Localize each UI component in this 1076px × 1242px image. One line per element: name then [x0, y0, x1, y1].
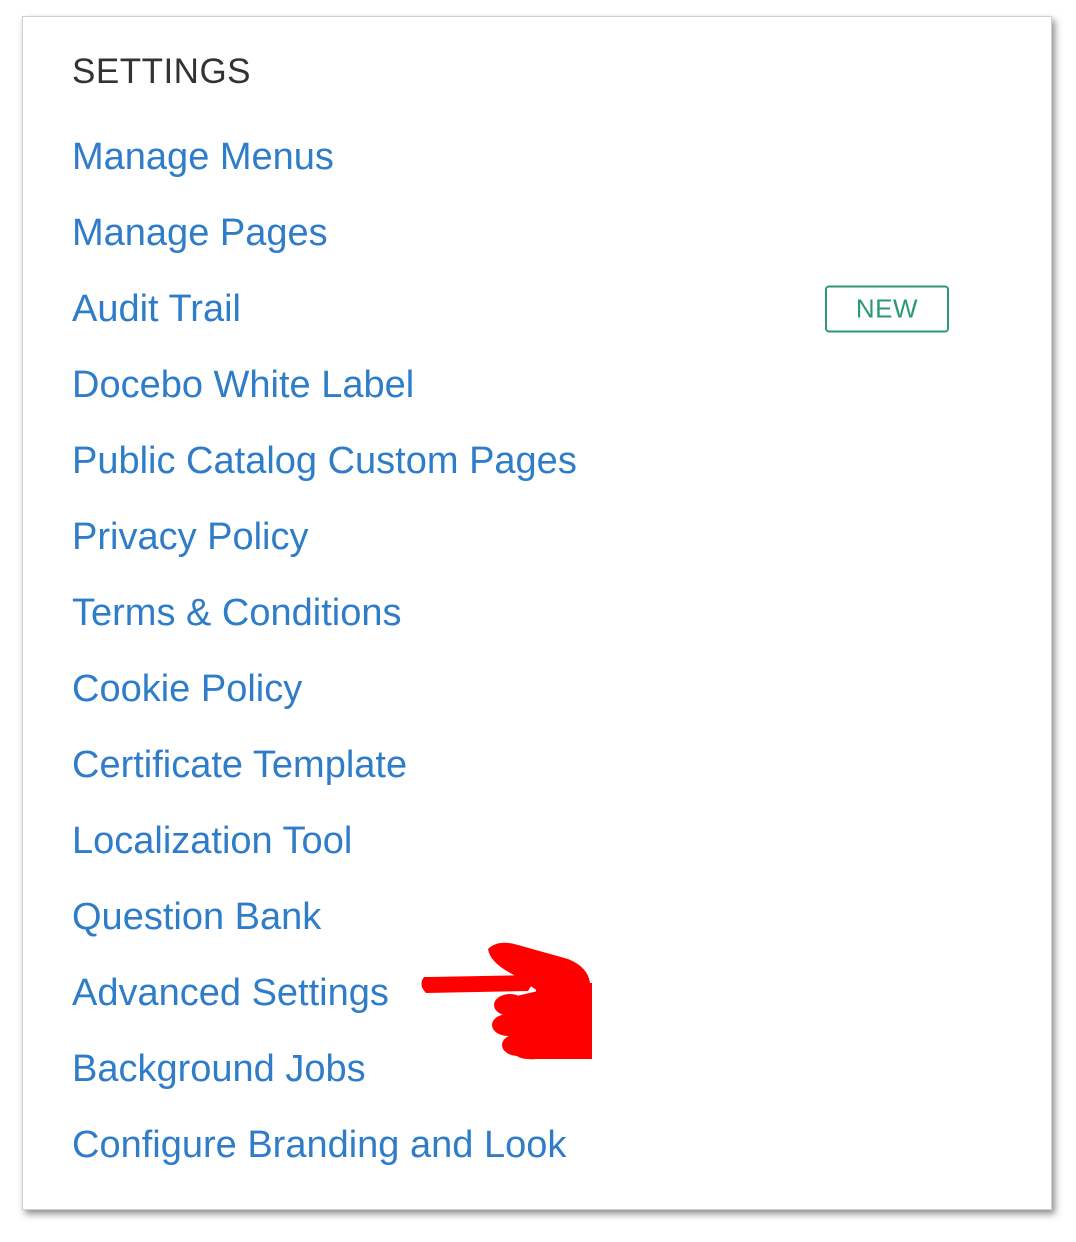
audit-trail-link[interactable]: Audit Trail: [72, 286, 241, 332]
certificate-template-link[interactable]: Certificate Template: [72, 742, 407, 788]
menu-item-manage-menus: Manage Menus: [72, 119, 1032, 195]
menu-item-localization-tool: Localization Tool: [72, 803, 1032, 879]
menu-item-docebo-white-label: Docebo White Label: [72, 347, 1032, 423]
new-badge: NEW: [825, 285, 949, 333]
public-catalog-custom-pages-link[interactable]: Public Catalog Custom Pages: [72, 438, 577, 484]
menu-item-privacy-policy: Privacy Policy: [72, 499, 1032, 575]
menu-item-manage-pages: Manage Pages: [72, 195, 1032, 271]
manage-pages-link[interactable]: Manage Pages: [72, 210, 328, 256]
menu-item-terms-conditions: Terms & Conditions: [72, 575, 1032, 651]
privacy-policy-link[interactable]: Privacy Policy: [72, 514, 309, 560]
cookie-policy-link[interactable]: Cookie Policy: [72, 666, 302, 712]
menu-item-audit-trail: Audit Trail NEW: [72, 271, 1032, 347]
settings-panel: SETTINGS Manage Menus Manage Pages Audit…: [22, 16, 1052, 1210]
docebo-white-label-link[interactable]: Docebo White Label: [72, 362, 414, 408]
menu-item-configure-branding: Configure Branding and Look: [72, 1107, 1032, 1183]
question-bank-link[interactable]: Question Bank: [72, 894, 321, 940]
manage-menus-link[interactable]: Manage Menus: [72, 134, 334, 180]
menu-item-certificate-template: Certificate Template: [72, 727, 1032, 803]
menu-item-cookie-policy: Cookie Policy: [72, 651, 1032, 727]
menu-item-public-catalog-custom-pages: Public Catalog Custom Pages: [72, 423, 1032, 499]
background-jobs-link[interactable]: Background Jobs: [72, 1046, 366, 1092]
configure-branding-link[interactable]: Configure Branding and Look: [72, 1122, 566, 1168]
terms-conditions-link[interactable]: Terms & Conditions: [72, 590, 401, 636]
advanced-settings-link[interactable]: Advanced Settings: [72, 970, 389, 1016]
localization-tool-link[interactable]: Localization Tool: [72, 818, 352, 864]
pointing-hand-icon: [421, 942, 592, 1060]
section-heading: SETTINGS: [72, 52, 252, 91]
